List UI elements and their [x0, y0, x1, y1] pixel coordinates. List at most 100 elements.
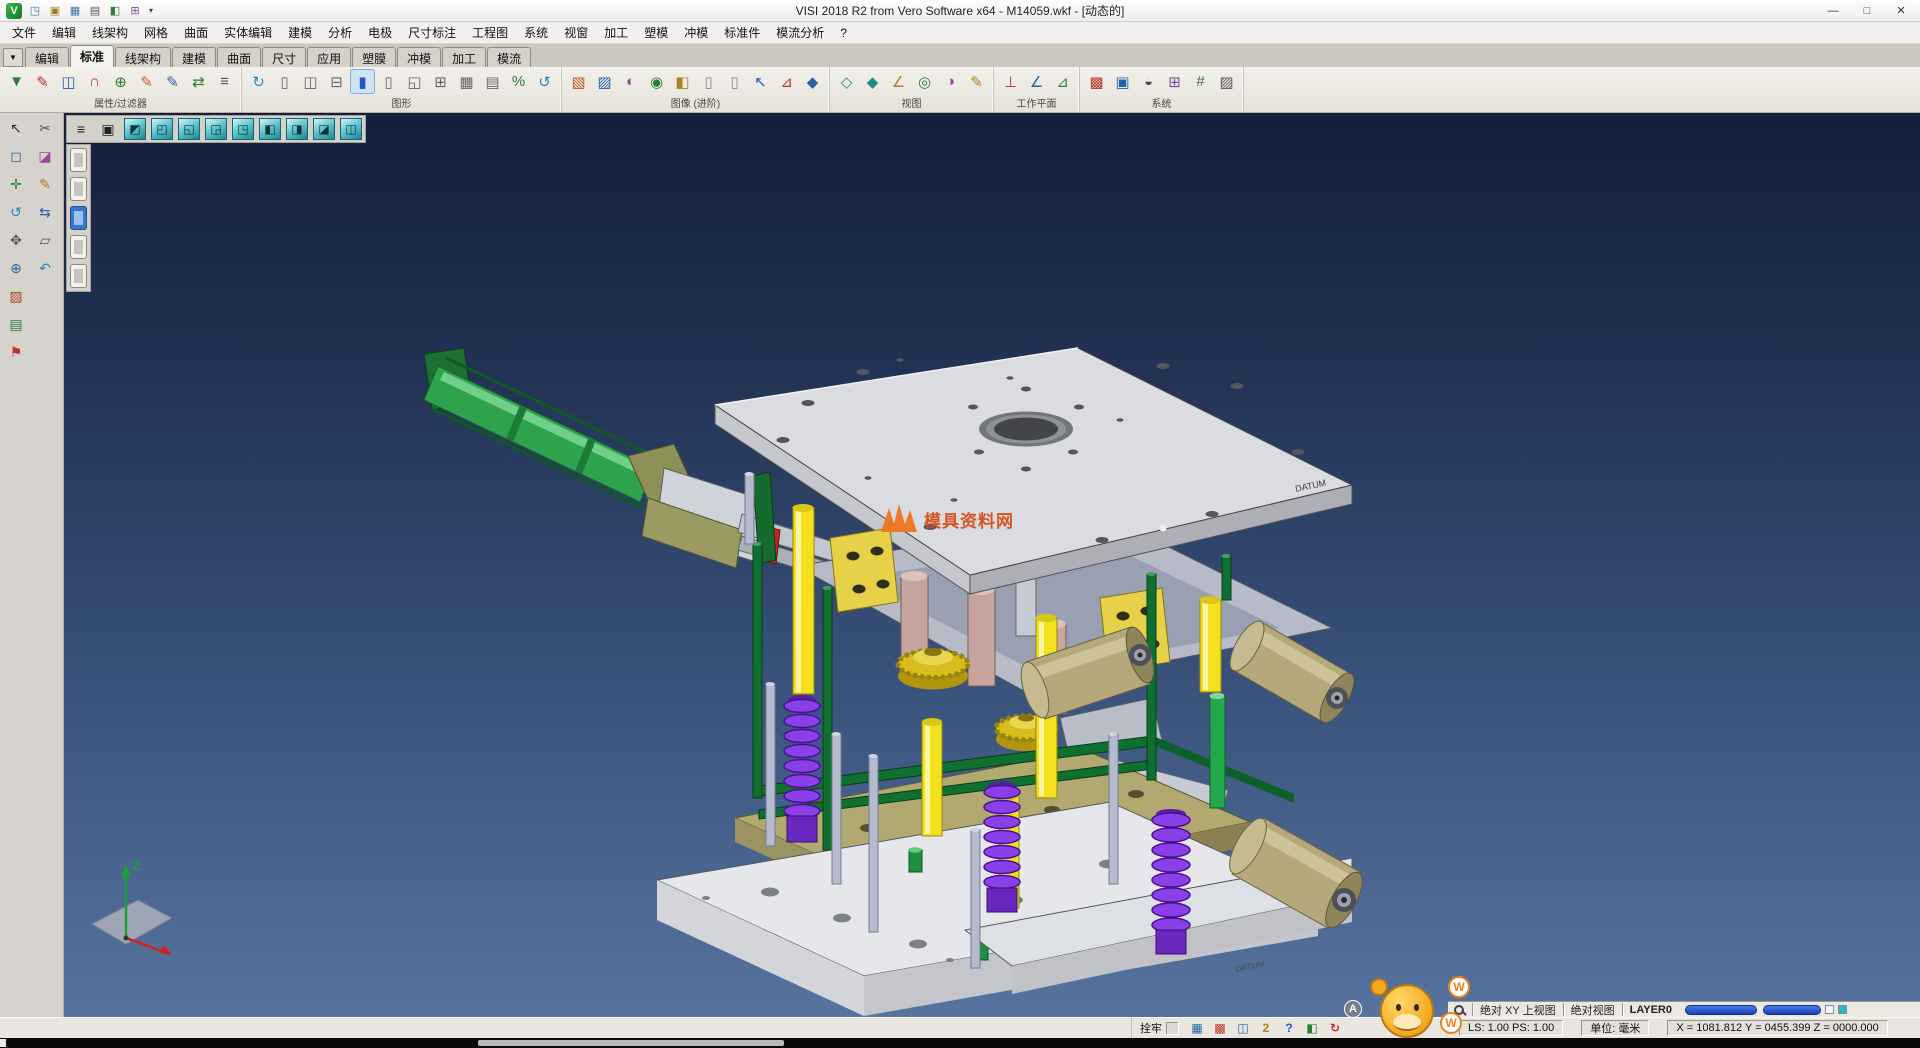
- cube-iso-icon[interactable]: ◩: [124, 118, 146, 140]
- lock-indicator[interactable]: [1166, 1022, 1179, 1035]
- ribbon-tab[interactable]: 线架构: [115, 47, 171, 67]
- menu-item[interactable]: 系统: [516, 21, 556, 44]
- image-render-icon[interactable]: ▧: [567, 70, 590, 93]
- edit-red-pencil-icon[interactable]: ✎: [135, 70, 158, 93]
- cube-user-view-icon[interactable]: ◫: [340, 118, 362, 140]
- window-tile-icon[interactable]: ⊞: [429, 70, 452, 93]
- attribute-paint-icon[interactable]: ✎: [31, 70, 54, 93]
- layer-color-bar[interactable]: [1685, 1005, 1757, 1015]
- edit-blue-pencil-icon[interactable]: ✎: [161, 70, 184, 93]
- view-window-icon[interactable]: ▣: [97, 118, 119, 140]
- image-layers-icon[interactable]: ◧: [671, 70, 694, 93]
- view-reference-status[interactable]: 绝对视图: [1563, 1003, 1622, 1016]
- close-button[interactable]: ✕: [1884, 0, 1918, 21]
- cube-left-icon[interactable]: ◧: [259, 118, 281, 140]
- view-shaded-icon[interactable]: ◆: [861, 70, 884, 93]
- font-style-button[interactable]: A: [1344, 1000, 1362, 1018]
- menu-item[interactable]: 分析: [320, 21, 360, 44]
- clipboard-slot[interactable]: [70, 235, 87, 259]
- snap-grid-icon[interactable]: #: [1189, 70, 1212, 93]
- cube-front-icon[interactable]: ◱: [178, 118, 200, 140]
- lock-toggle[interactable]: 拴牢: [1140, 1020, 1162, 1036]
- window-split-vert-icon[interactable]: ◫: [299, 70, 322, 93]
- window-page-icon[interactable]: ▯: [377, 70, 400, 93]
- ribbon-tab[interactable]: 建模: [172, 47, 216, 67]
- table-icon[interactable]: ▤: [481, 70, 504, 93]
- cut-icon[interactable]: ✂: [32, 117, 58, 140]
- quick-access-dropdown[interactable]: ▾: [144, 2, 158, 20]
- snap-grid-icon[interactable]: ▦: [1189, 1020, 1205, 1036]
- select-icon[interactable]: ↖: [3, 117, 29, 140]
- ribbon-tab[interactable]: 应用: [307, 47, 351, 67]
- cube-back-icon[interactable]: ◳: [232, 118, 254, 140]
- undo-icon[interactable]: ↶: [32, 257, 58, 280]
- image-edit-icon[interactable]: ▨: [593, 70, 616, 93]
- ribbon-tab[interactable]: 塑膜: [352, 47, 396, 67]
- annotate-icon[interactable]: ✎: [965, 70, 988, 93]
- selection-filter-icon[interactable]: ⊕: [109, 70, 132, 93]
- clipboard-slot[interactable]: [70, 206, 87, 230]
- attribute-copy-icon[interactable]: ◫: [57, 70, 80, 93]
- taskbar-segment[interactable]: [478, 1040, 784, 1046]
- layer-color-bar-2[interactable]: [1763, 1005, 1821, 1015]
- cube-dimetric-icon[interactable]: ◪: [313, 118, 335, 140]
- window-single-icon[interactable]: ▯: [273, 70, 296, 93]
- cube-right-icon[interactable]: ◲: [205, 118, 227, 140]
- image-capture-icon[interactable]: ◉: [645, 70, 668, 93]
- view-menu-icon[interactable]: ≡: [70, 118, 92, 140]
- ribbon-tab[interactable]: 加工: [442, 47, 486, 67]
- workplane-align-icon[interactable]: ⊿: [1051, 70, 1074, 93]
- menu-item[interactable]: 网格: [136, 21, 176, 44]
- app-logo[interactable]: V: [6, 3, 22, 19]
- clipboard-slot[interactable]: [70, 264, 87, 288]
- window-split-horz-icon[interactable]: ⊟: [325, 70, 348, 93]
- grid-display-icon[interactable]: ▦: [455, 70, 478, 93]
- menu-item[interactable]: 加工: [596, 21, 636, 44]
- view-mode-icon[interactable]: ◧: [1304, 1020, 1320, 1036]
- view-wireframe-icon[interactable]: ◇: [835, 70, 858, 93]
- mirror-icon[interactable]: ⇆: [32, 201, 58, 224]
- ribbon-tab[interactable]: 模流: [487, 47, 531, 67]
- menu-item[interactable]: 电极: [360, 21, 400, 44]
- ribbon-tab[interactable]: 编辑: [25, 47, 69, 67]
- stats-icon[interactable]: %: [507, 70, 530, 93]
- active-layer-status[interactable]: LAYER0: [1622, 1003, 1679, 1016]
- rotate-view-icon[interactable]: ↺: [3, 201, 29, 224]
- tab-dropdown-button[interactable]: ▼: [3, 48, 23, 67]
- menu-item[interactable]: 实体编辑: [216, 21, 280, 44]
- help-tip-icon[interactable]: ◳: [26, 2, 44, 20]
- menu-item[interactable]: 标准件: [716, 21, 768, 44]
- menu-item[interactable]: 曲面: [176, 21, 216, 44]
- calculator-icon[interactable]: ⊞: [1163, 70, 1186, 93]
- select-cursor-icon[interactable]: ↖: [749, 70, 772, 93]
- notifications-badge[interactable]: 2: [1258, 1020, 1274, 1036]
- menu-item[interactable]: 塑模: [636, 21, 676, 44]
- layers-icon[interactable]: ▤: [3, 313, 29, 336]
- window-cascade-icon[interactable]: ◱: [403, 70, 426, 93]
- ribbon-tab[interactable]: 冲模: [397, 47, 441, 67]
- monitor-icon[interactable]: ▣: [1111, 70, 1134, 93]
- measure-icon[interactable]: ✛: [3, 173, 29, 196]
- clipboard-slot[interactable]: [70, 148, 87, 172]
- menu-item[interactable]: 视窗: [556, 21, 596, 44]
- pencil-icon[interactable]: ✎: [32, 173, 58, 196]
- menu-item[interactable]: ?: [832, 23, 855, 43]
- note-icon[interactable]: ▱: [32, 229, 58, 252]
- uvw-axes-icon[interactable]: ⊿: [775, 70, 798, 93]
- menu-item[interactable]: 冲模: [676, 21, 716, 44]
- cube-bottom-icon[interactable]: ◨: [286, 118, 308, 140]
- menu-item[interactable]: 尺寸标注: [400, 21, 464, 44]
- workplane-icon[interactable]: ⊥: [999, 70, 1022, 93]
- save-icon[interactable]: ▦: [66, 2, 84, 20]
- swap-attributes-icon[interactable]: ⇄: [187, 70, 210, 93]
- ribbon-tab[interactable]: 标准: [70, 45, 114, 67]
- zoom-icon[interactable]: ⊕: [3, 257, 29, 280]
- display-options-icon[interactable]: ◑: [939, 70, 962, 93]
- menu-item[interactable]: 模流分析: [768, 21, 832, 44]
- filter-properties-icon[interactable]: ▼: [5, 70, 28, 93]
- clipboard-slot[interactable]: [70, 177, 87, 201]
- measure-icon[interactable]: ∠: [887, 70, 910, 93]
- ribbon-tab[interactable]: 尺寸: [262, 47, 306, 67]
- menu-item[interactable]: 线架构: [84, 21, 136, 44]
- paint-icon[interactable]: ▨: [3, 285, 29, 308]
